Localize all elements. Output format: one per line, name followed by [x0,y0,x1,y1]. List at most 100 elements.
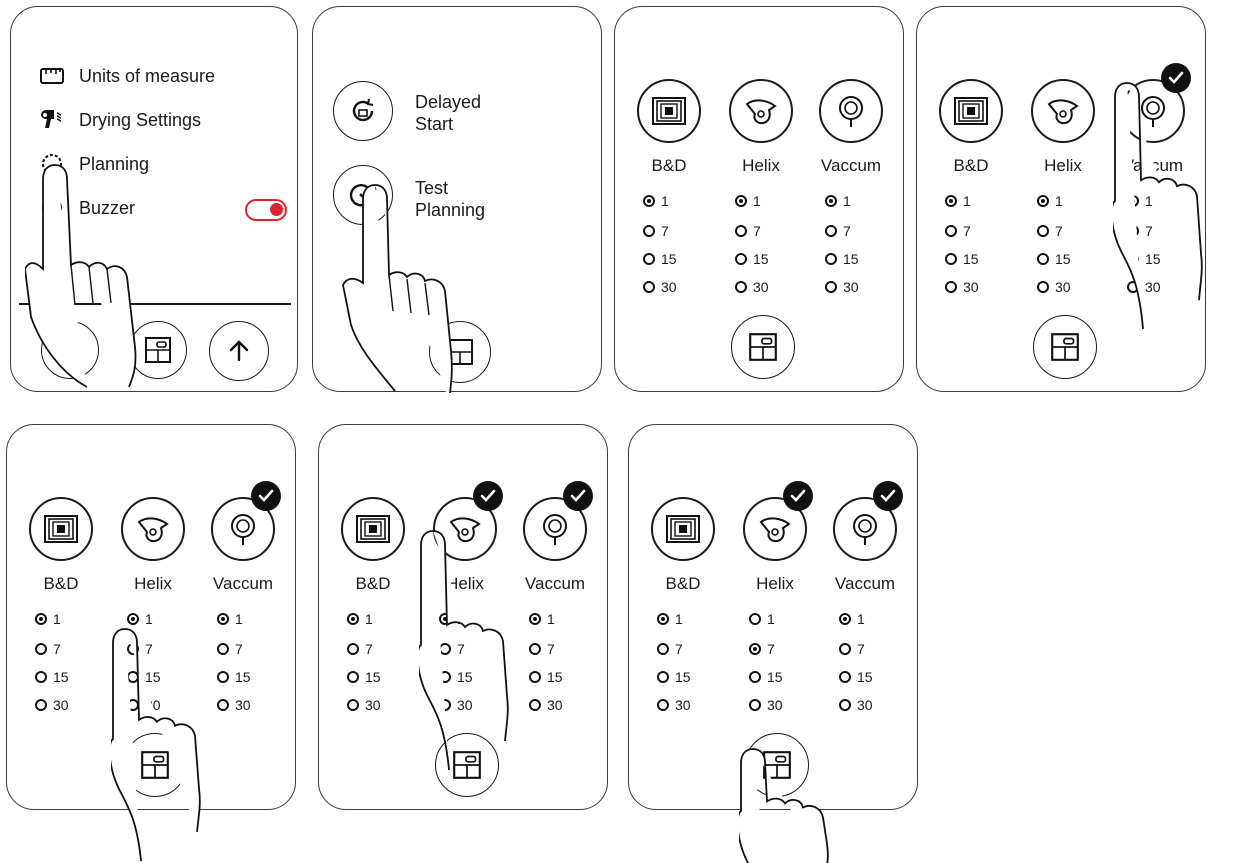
frequency-option[interactable]: 7 [735,223,761,239]
frequency-option[interactable]: 30 [529,697,563,713]
chamber-button[interactable] [123,733,187,797]
radio-button[interactable] [529,699,541,711]
radio-button[interactable] [657,643,669,655]
frequency-option[interactable]: 15 [1037,251,1071,267]
radio-button[interactable] [1127,195,1139,207]
chamber-button[interactable] [429,321,491,383]
frequency-option[interactable]: 7 [529,641,555,657]
menu-item-planning[interactable]: Planning [39,153,149,175]
frequency-option[interactable]: 15 [529,669,563,685]
frequency-option[interactable]: 30 [35,697,69,713]
bd-test-button[interactable] [637,79,701,143]
radio-button[interactable] [35,643,47,655]
frequency-option[interactable]: 15 [217,669,251,685]
frequency-option[interactable]: 7 [217,641,243,657]
radio-button[interactable] [217,643,229,655]
radio-button[interactable] [945,225,957,237]
helix-test-button[interactable] [729,79,793,143]
radio-button[interactable] [735,253,747,265]
frequency-option[interactable]: 15 [657,669,691,685]
frequency-option[interactable]: 30 [735,279,769,295]
frequency-option[interactable]: 7 [35,641,61,657]
frequency-option[interactable]: 1 [749,611,775,627]
frequency-option[interactable]: 1 [1037,193,1063,209]
frequency-option[interactable]: 7 [347,641,373,657]
frequency-option[interactable]: 1 [127,611,153,627]
bd-test-button[interactable] [341,497,405,561]
back-button[interactable] [41,321,99,379]
radio-button[interactable] [529,671,541,683]
radio-button[interactable] [825,195,837,207]
frequency-option[interactable]: 7 [749,641,775,657]
radio-button[interactable] [825,253,837,265]
radio-button[interactable] [643,225,655,237]
radio-button[interactable] [1037,195,1049,207]
test-planning-button[interactable] [333,165,393,225]
frequency-option[interactable]: 30 [749,697,783,713]
frequency-option[interactable]: 15 [35,669,69,685]
helix-test-button[interactable] [121,497,185,561]
frequency-option[interactable]: 1 [439,611,465,627]
frequency-option[interactable]: 30 [643,279,677,295]
radio-button[interactable] [839,613,851,625]
radio-button[interactable] [439,613,451,625]
chamber-button[interactable] [745,733,809,797]
chamber-button[interactable] [129,321,187,379]
frequency-option[interactable]: 7 [643,223,669,239]
frequency-option[interactable]: 15 [1127,251,1161,267]
radio-button[interactable] [749,643,761,655]
radio-button[interactable] [945,281,957,293]
frequency-option[interactable]: 15 [749,669,783,685]
frequency-option[interactable]: 7 [127,641,153,657]
radio-button[interactable] [657,699,669,711]
menu-item-buzzer[interactable]: Buzzer [39,197,135,219]
frequency-option[interactable]: 30 [1127,279,1161,295]
radio-button[interactable] [839,643,851,655]
radio-button[interactable] [439,671,451,683]
radio-button[interactable] [839,699,851,711]
bd-test-button[interactable] [939,79,1003,143]
frequency-option[interactable]: 7 [1037,223,1063,239]
bd-test-button[interactable] [29,497,93,561]
radio-button[interactable] [217,671,229,683]
frequency-option[interactable]: 1 [217,611,243,627]
radio-button[interactable] [127,699,139,711]
frequency-option[interactable]: 1 [945,193,971,209]
frequency-option[interactable]: 15 [439,669,473,685]
radio-button[interactable] [825,281,837,293]
radio-button[interactable] [657,671,669,683]
radio-button[interactable] [1127,253,1139,265]
delayed-start-button[interactable] [333,81,393,141]
helix-test-button[interactable] [1031,79,1095,143]
frequency-option[interactable]: 1 [347,611,373,627]
radio-button[interactable] [1037,253,1049,265]
radio-button[interactable] [35,671,47,683]
radio-button[interactable] [825,225,837,237]
radio-button[interactable] [127,671,139,683]
chamber-button[interactable] [731,315,795,379]
menu-item-units-of-measure[interactable]: Units of measure [39,65,215,87]
radio-button[interactable] [1127,281,1139,293]
radio-button[interactable] [735,281,747,293]
frequency-option[interactable]: 30 [657,697,691,713]
radio-button[interactable] [839,671,851,683]
radio-button[interactable] [439,643,451,655]
radio-button[interactable] [529,613,541,625]
radio-button[interactable] [945,195,957,207]
frequency-option[interactable]: 1 [35,611,61,627]
chamber-button[interactable] [1033,315,1097,379]
radio-button[interactable] [127,643,139,655]
frequency-option[interactable]: 30 [825,279,859,295]
frequency-option[interactable]: 15 [825,251,859,267]
frequency-option[interactable]: 15 [945,251,979,267]
radio-button[interactable] [1037,281,1049,293]
frequency-option[interactable]: 30 [945,279,979,295]
bd-test-button[interactable] [651,497,715,561]
radio-button[interactable] [749,613,761,625]
radio-button[interactable] [529,643,541,655]
frequency-option[interactable]: 30 [439,697,473,713]
up-button[interactable] [209,321,269,381]
radio-button[interactable] [643,253,655,265]
frequency-option[interactable]: 15 [347,669,381,685]
frequency-option[interactable]: 7 [439,641,465,657]
